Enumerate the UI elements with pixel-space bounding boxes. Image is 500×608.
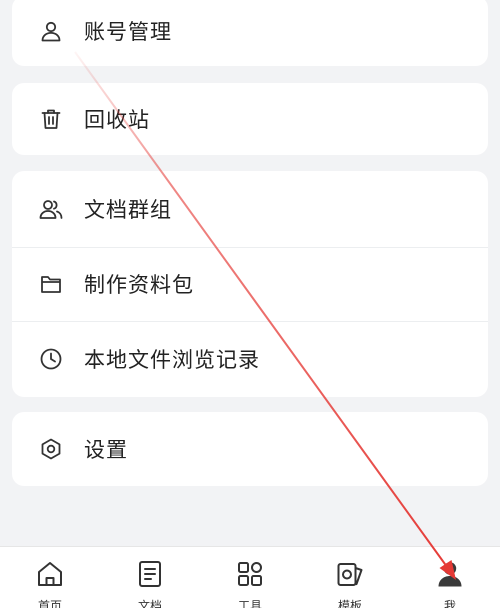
document-icon (134, 559, 166, 589)
menu-item-doc-groups[interactable]: 文档群组 (12, 171, 488, 247)
template-icon (334, 559, 366, 589)
tab-documents[interactable]: 文档 (100, 547, 200, 608)
menu-item-label: 文档群组 (84, 198, 172, 222)
menu-item-label: 回收站 (84, 108, 150, 132)
clock-icon (38, 346, 64, 372)
trash-icon (38, 106, 64, 132)
menu-item-local-history[interactable]: 本地文件浏览记录 (12, 321, 488, 397)
tab-label: 我 (443, 599, 456, 608)
menu-item-recycle-bin[interactable]: 回收站 (12, 83, 488, 155)
tab-templates[interactable]: 模板 (300, 547, 400, 608)
tab-home[interactable]: 首页 (0, 547, 100, 608)
home-icon (34, 559, 66, 589)
tab-label: 模板 (337, 599, 362, 608)
grid-icon (234, 559, 266, 589)
tab-tools[interactable]: 工具 (200, 547, 300, 608)
tab-label: 首页 (37, 599, 62, 608)
menu-item-label: 设置 (84, 438, 128, 462)
tab-label: 工具 (237, 599, 262, 608)
menu-item-label: 账号管理 (84, 20, 172, 44)
folder-icon (38, 271, 64, 297)
menu-item-label: 本地文件浏览记录 (84, 348, 260, 372)
recycle-card: 回收站 (12, 83, 488, 155)
person-icon (38, 18, 64, 44)
menu-item-make-pack[interactable]: 制作资料包 (12, 247, 488, 321)
tab-me[interactable]: 我 (400, 547, 500, 608)
profile-screen: 账号管理 回收站 文档群组 制作资料包 本地文件浏览记录 设置 首页 文档 工具… (0, 0, 500, 608)
menu-item-account[interactable]: 账号管理 (12, 0, 488, 66)
tab-label: 文档 (137, 599, 162, 608)
documents-card: 文档群组 制作资料包 本地文件浏览记录 (12, 171, 488, 397)
bottom-tab-bar: 首页 文档 工具 模板 我 (0, 546, 500, 608)
group-icon (38, 196, 64, 222)
account-card: 账号管理 (12, 0, 488, 66)
person-filled-icon (434, 559, 466, 589)
settings-card: 设置 (12, 412, 488, 486)
menu-item-settings[interactable]: 设置 (12, 412, 488, 486)
menu-item-label: 制作资料包 (84, 273, 194, 297)
settings-hexagon-icon (38, 436, 64, 462)
